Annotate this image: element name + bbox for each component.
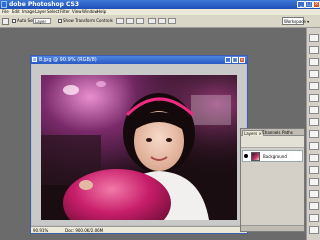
options-bar: Auto Select Layer Show Transform Control…	[0, 15, 320, 28]
toolbox-panel	[306, 28, 320, 240]
close-button[interactable]: ×	[313, 1, 320, 8]
crop-tool-icon[interactable]	[309, 82, 319, 90]
eraser-tool-icon[interactable]	[309, 154, 319, 162]
document-maximize-button[interactable]: □	[232, 57, 238, 63]
layers-panel: Layers × Channels Paths Background	[240, 128, 305, 232]
document-icon	[32, 57, 37, 62]
brush-tool-icon[interactable]	[309, 118, 319, 126]
auto-select-checkbox[interactable]	[12, 19, 16, 23]
distribute-button[interactable]	[158, 18, 166, 24]
document-close-button[interactable]: ×	[239, 57, 245, 63]
minimize-button[interactable]: _	[297, 1, 305, 8]
document-title: 8.jpg @ 90.9% (RGB/8)	[39, 57, 97, 63]
show-transform-label: Show Transform Controls	[63, 18, 113, 23]
clone-stamp-tool-icon[interactable]	[309, 130, 319, 138]
healing-brush-tool-icon[interactable]	[309, 106, 319, 114]
app-title: dobe Photoshop CS3	[9, 1, 80, 8]
document-info[interactable]: Doc: 900.0K/2.06M	[65, 228, 103, 233]
app-title-bar: dobe Photoshop CS3 _ □ ×	[0, 0, 320, 9]
slice-tool-icon[interactable]	[309, 94, 319, 102]
photo-image	[41, 75, 237, 220]
marquee-tool-icon[interactable]	[309, 46, 319, 54]
hand-tool-icon[interactable]	[309, 214, 319, 222]
align-button[interactable]	[126, 18, 134, 24]
photoshop-logo-icon	[1, 1, 7, 8]
layers-options-bar	[241, 136, 304, 148]
move-tool-icon[interactable]	[2, 18, 9, 25]
magic-wand-tool-icon[interactable]	[309, 70, 319, 78]
canvas-area[interactable]	[32, 64, 246, 225]
move-tool-icon[interactable]	[309, 34, 319, 42]
layer-row[interactable]: Background	[242, 150, 303, 162]
layers-panel-tabs: Layers × Channels Paths	[241, 129, 304, 136]
align-button[interactable]	[136, 18, 144, 24]
workspace-dropdown[interactable]: Workspace ▾	[282, 17, 309, 25]
gradient-tool-icon[interactable]	[309, 166, 319, 174]
maximize-button[interactable]: □	[305, 1, 313, 8]
layer-name: Background	[263, 154, 287, 159]
auto-select-dropdown[interactable]: Layer	[33, 18, 51, 24]
document-title-bar[interactable]: 8.jpg @ 90.9% (RGB/8) _ □ ×	[31, 56, 247, 64]
distribute-button[interactable]	[168, 18, 176, 24]
distribute-button[interactable]	[148, 18, 156, 24]
document-window: 8.jpg @ 90.9% (RGB/8) _ □ × 90.91% Doc: …	[30, 55, 248, 234]
type-tool-icon[interactable]	[309, 202, 319, 210]
zoom-tool-icon[interactable]	[309, 226, 319, 234]
visibility-eye-icon[interactable]	[244, 154, 248, 158]
pen-tool-icon[interactable]	[309, 190, 319, 198]
layers-panel-footer	[241, 225, 304, 231]
align-button[interactable]	[116, 18, 124, 24]
lasso-tool-icon[interactable]	[309, 58, 319, 66]
photo-canvas[interactable]	[41, 75, 237, 220]
zoom-level[interactable]: 90.91%	[33, 228, 48, 233]
show-transform-checkbox[interactable]	[58, 19, 62, 23]
document-status-bar: 90.91% Doc: 900.0K/2.06M	[31, 226, 247, 233]
layer-thumbnail	[251, 152, 260, 161]
history-brush-tool-icon[interactable]	[309, 142, 319, 150]
dodge-tool-icon[interactable]	[309, 178, 319, 186]
document-minimize-button[interactable]: _	[225, 57, 231, 63]
